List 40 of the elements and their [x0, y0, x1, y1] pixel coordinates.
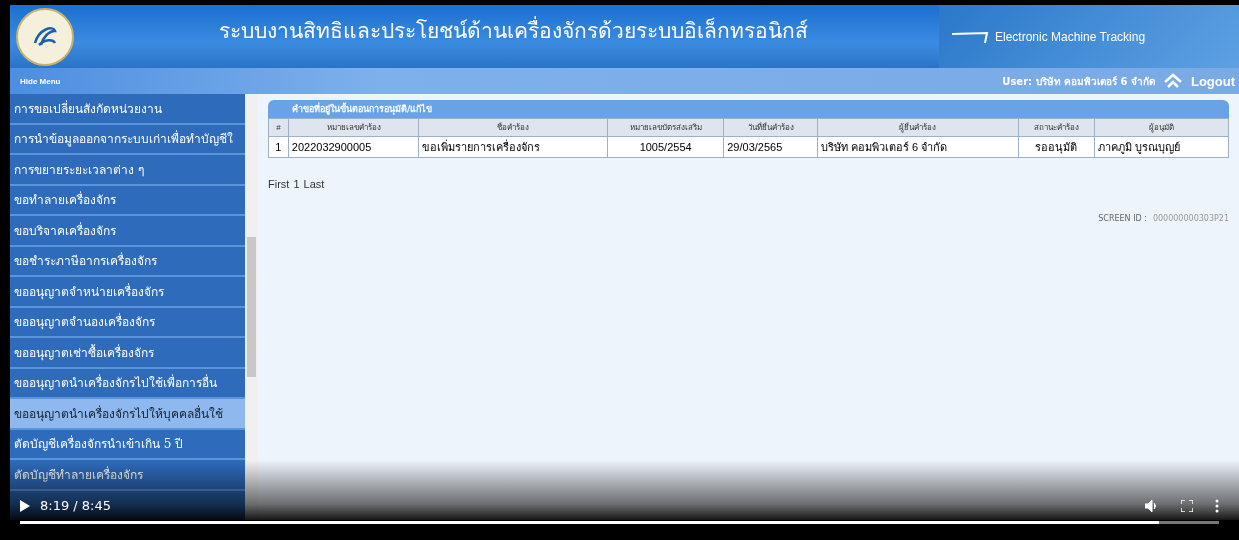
sidebar-item[interactable]: การนำข้อมูลออกจากระบบเก่าเพื่อทำบัญชีใ — [10, 124, 245, 155]
sidebar-item[interactable]: ขอบริจาคเครื่องจักร — [10, 216, 245, 247]
panel-title-bar: คำขอที่อยู่ในขั้นตอนการอนุมัติ/แก้ไข — [268, 100, 1229, 118]
sidebar-item[interactable]: ขออนุญาตจำนองเครื่องจักร — [10, 307, 245, 338]
volume-icon[interactable] — [1145, 499, 1159, 512]
logo-icon — [16, 7, 74, 66]
hide-menu-link[interactable]: Hide Menu — [20, 76, 61, 86]
pager-link[interactable]: Last — [303, 178, 325, 190]
sidebar-item[interactable]: ขออนุญาตจำหน่ายเครื่องจักร — [10, 277, 245, 308]
screen-id-label: SCREEN ID : — [1098, 214, 1147, 223]
video-time: 8:19 / 8:45 — [40, 498, 112, 513]
more-icon[interactable] — [1215, 498, 1219, 513]
swoosh-icon — [951, 29, 991, 44]
scrollbar[interactable] — [245, 94, 258, 520]
column-header: วันที่ยื่นคำร้อง — [723, 118, 818, 137]
screen-id-value: 000000000303P21 — [1152, 214, 1229, 223]
sidebar-item[interactable]: ขอทำลายเครื่องจักร — [10, 185, 245, 216]
table-cell: 1 — [268, 136, 289, 158]
brand-text: Electronic Machine Tracking — [995, 29, 1146, 44]
play-icon[interactable] — [20, 499, 30, 512]
sidebar-item[interactable]: ขอชำระภาษีอากรเครื่องจักร — [10, 246, 245, 277]
user-label: User: บริษัท คอมพิวเตอร์ 6 จำกัด — [1002, 74, 1155, 89]
column-header: สถานะคำร้อง — [1018, 118, 1094, 137]
system-title: ระบบงานสิทธิและประโยชน์ด้านเครื่องจักรด้วยระบบอิเล็กทรอนิกส์ — [219, 14, 939, 47]
sidebar-item[interactable]: การขยายระยะเวลาต่าง ๆ — [10, 155, 245, 186]
sidebar-item[interactable]: การขอเปลี่ยนสังกัดหน่วยงาน — [10, 94, 245, 125]
column-header: หมายเลขบัตรส่งเสริม — [607, 118, 724, 137]
pager-link[interactable]: 1 — [293, 178, 300, 190]
sidebar-item[interactable]: ขออนุญาตนำเครื่องจักรไปใช้เพื่อการอื่น — [10, 368, 245, 399]
column-header: # — [268, 118, 289, 137]
column-header: ผู้อนุมัติ — [1094, 118, 1229, 137]
pager-link[interactable]: First — [268, 178, 290, 190]
column-header: หมายเลขคำร้อง — [288, 118, 419, 137]
sidebar-item[interactable]: ขออนุญาตเช่าซื้อเครื่องจักร — [10, 338, 245, 369]
column-header: ผู้ยื่นคำร้อง — [817, 118, 1019, 137]
column-header: ชื่อคำร้อง — [418, 118, 608, 137]
sidebar-item[interactable]: ตัดบัญชีทำลายเครื่องจักร — [10, 460, 245, 491]
sidebar-item[interactable]: ขออนุญาตนำเครื่องจักรไปให้บุคคลอื่นใช้ — [10, 399, 245, 430]
sidebar-item[interactable]: ตัดบัญชีเครื่องจักรนำเข้าเกิน 5 ปี — [10, 429, 245, 460]
fullscreen-icon[interactable] — [1181, 499, 1193, 512]
